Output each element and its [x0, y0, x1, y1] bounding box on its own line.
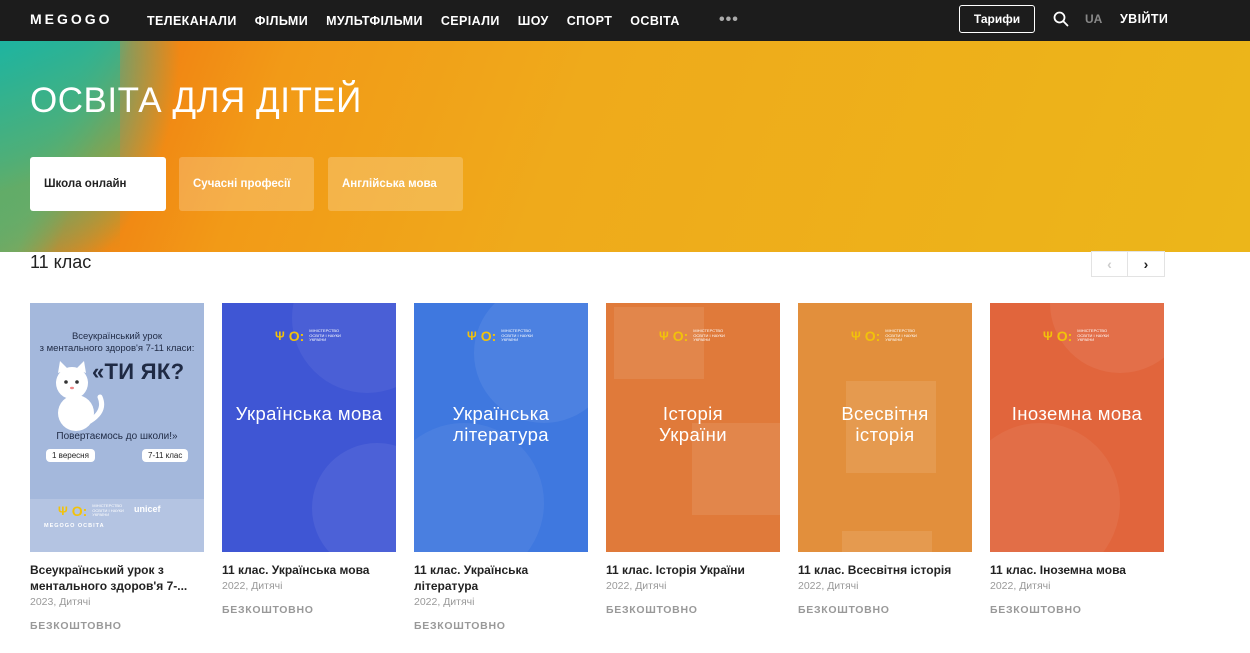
card-title[interactable]: 11 клас. Всесвітня історія	[798, 562, 972, 578]
content-card[interactable]: Ψ O: МІНІСТЕРСТВО ОСВІТИ І НАУКИ УКРАЇНИ…	[414, 303, 588, 632]
tab-school-online[interactable]: Школа онлайн	[30, 157, 166, 211]
nav-item-tv-channels[interactable]: ТЕЛЕКАНАЛИ	[147, 14, 237, 28]
poster-decor	[842, 531, 932, 552]
poster-headline: «ТИ ЯК?	[92, 359, 185, 384]
search-icon[interactable]	[1053, 11, 1069, 27]
ministry-logo: Ψ O: МІНІСТЕРСТВО ОСВІТИ І НАУКИ УКРАЇНИ	[1043, 328, 1109, 344]
card-meta: 2022, Дитячі	[222, 580, 283, 592]
card-meta: 2022, Дитячі	[414, 596, 475, 608]
card-title[interactable]: 11 клас. Українська мова	[222, 562, 396, 578]
poster-tagline: Повертаємось до школи!»	[56, 431, 178, 442]
chevron-right-icon[interactable]: ›	[1128, 252, 1164, 276]
section-title: 11 клас	[30, 252, 92, 272]
card-poster[interactable]: Ψ O: МІНІСТЕРСТВО ОСВІТИ І НАУКИ УКРАЇНИ…	[990, 303, 1164, 552]
card-price: БЕЗКОШТОВНО	[606, 604, 698, 616]
hero-banner: ОСВІТА ДЛЯ ДІТЕЙ Школа онлайн Сучасні пр…	[0, 41, 1250, 252]
card-title[interactable]: 11 клас. Українська література	[414, 562, 588, 594]
date-badge: 1 вересня	[46, 449, 95, 462]
content-card[interactable]: Ψ O: МІНІСТЕРСТВО ОСВІТИ І НАУКИ УКРАЇНИ…	[798, 303, 972, 616]
poster-title: Українська мова	[235, 403, 383, 424]
card-price: БЕЗКОШТОВНО	[30, 620, 122, 632]
card-poster[interactable]: Ψ O: МІНІСТЕРСТВО ОСВІТИ І НАУКИ УКРАЇНИ…	[414, 303, 588, 552]
card-title[interactable]: 11 клас. Історія України	[606, 562, 780, 578]
card-title[interactable]: 11 клас. Іноземна мова	[990, 562, 1164, 578]
poster-title: Історія України	[658, 403, 728, 445]
trident-icon: Ψ	[1043, 329, 1053, 343]
poster-decor	[292, 303, 396, 393]
ministry-logo: Ψ O: МІНІСТЕРСТВО ОСВІТИ І НАУКИ УКРАЇНИ	[467, 328, 533, 344]
card-price: БЕЗКОШТОВНО	[990, 604, 1082, 616]
more-menu-icon[interactable]: •••	[719, 11, 739, 29]
card-poster[interactable]: Ψ O: МІНІСТЕРСТВО ОСВІТИ І НАУКИ УКРАЇНИ…	[798, 303, 972, 552]
chevron-left-icon[interactable]: ‹	[1092, 252, 1129, 276]
card-title[interactable]: Всеукраїнський урок з ментального здоров…	[30, 562, 204, 594]
megogo-logo[interactable]: MEGOGO	[30, 11, 113, 27]
tab-modern-professions[interactable]: Сучасні професії	[179, 157, 314, 211]
content-card[interactable]: Ψ O: МІНІСТЕРСТВО ОСВІТИ І НАУКИ УКРАЇНИ…	[990, 303, 1164, 616]
card-poster[interactable]: Ψ O: МІНІСТЕРСТВО ОСВІТИ І НАУКИ УКРАЇНИ…	[606, 303, 780, 552]
ministry-logo: Ψ O: МІНІСТЕРСТВО ОСВІТИ І НАУКИ УКРАЇНИ	[851, 328, 917, 344]
ministry-logo: Ψ O: МІНІСТЕРСТВО ОСВІТИ І НАУКИ УКРАЇНИ	[58, 503, 124, 519]
card-poster[interactable]: Всеукраїнський урок з ментального здоров…	[30, 303, 204, 552]
unicef-logo: unicef	[134, 504, 161, 514]
ministry-logo: Ψ O: МІНІСТЕРСТВО ОСВІТИ І НАУКИ УКРАЇНИ	[275, 328, 341, 344]
nav-item-series[interactable]: СЕРІАЛИ	[441, 14, 500, 28]
trident-icon: Ψ	[851, 329, 861, 343]
poster-title: Українська література	[452, 403, 550, 445]
top-navigation-bar: MEGOGO ТЕЛЕКАНАЛИ ФІЛЬМИ МУЛЬТФІЛЬМИ СЕР…	[0, 0, 1250, 41]
card-poster[interactable]: Ψ O: МІНІСТЕРСТВО ОСВІТИ І НАУКИ УКРАЇНИ…	[222, 303, 396, 552]
content-card[interactable]: Ψ O: МІНІСТЕРСТВО ОСВІТИ І НАУКИ УКРАЇНИ…	[606, 303, 780, 616]
main-nav: ТЕЛЕКАНАЛИ ФІЛЬМИ МУЛЬТФІЛЬМИ СЕРІАЛИ ШО…	[147, 0, 698, 41]
nav-item-sport[interactable]: СПОРТ	[567, 14, 613, 28]
poster-title: Іноземна мова	[1011, 403, 1143, 424]
nav-item-films[interactable]: ФІЛЬМИ	[255, 14, 308, 28]
ministry-logo: Ψ O: МІНІСТЕРСТВО ОСВІТИ І НАУКИ УКРАЇНИ	[659, 328, 725, 344]
trident-icon: Ψ	[659, 329, 669, 343]
nav-item-education[interactable]: ОСВІТА	[630, 14, 680, 28]
card-meta: 2022, Дитячі	[990, 580, 1051, 592]
carousel-arrows: ‹ ›	[1091, 251, 1165, 277]
poster-decor	[312, 443, 396, 552]
card-price: БЕЗКОШТОВНО	[222, 604, 314, 616]
poster-subtitle: Всеукраїнський урок з ментального здоров…	[39, 331, 195, 354]
card-meta: 2023, Дитячі	[30, 596, 91, 608]
megogo-education-logo: MEGOGO ОСВІТА	[44, 523, 105, 529]
content-card[interactable]: Ψ O: МІНІСТЕРСТВО ОСВІТИ І НАУКИ УКРАЇНИ…	[222, 303, 396, 616]
nav-item-show[interactable]: ШОУ	[518, 14, 549, 28]
tariffs-button[interactable]: Тарифи	[959, 5, 1035, 33]
page-title: ОСВІТА ДЛЯ ДІТЕЙ	[30, 81, 362, 120]
grade-badge: 7-11 клас	[142, 449, 189, 462]
tab-english-language[interactable]: Англійська мова	[328, 157, 463, 211]
content-card[interactable]: Всеукраїнський урок з ментального здоров…	[30, 303, 204, 632]
poster-decor	[990, 423, 1120, 552]
login-link[interactable]: УВІЙТИ	[1120, 12, 1168, 26]
trident-icon: Ψ	[467, 329, 477, 343]
trident-icon: Ψ	[58, 504, 68, 518]
language-switch[interactable]: UA	[1085, 12, 1102, 26]
nav-item-cartoons[interactable]: МУЛЬТФІЛЬМИ	[326, 14, 423, 28]
trident-icon: Ψ	[275, 329, 285, 343]
card-price: БЕЗКОШТОВНО	[798, 604, 890, 616]
poster-title: Всесвітня історія	[841, 403, 929, 445]
card-meta: 2022, Дитячі	[606, 580, 667, 592]
card-meta: 2022, Дитячі	[798, 580, 859, 592]
card-price: БЕЗКОШТОВНО	[414, 620, 506, 632]
